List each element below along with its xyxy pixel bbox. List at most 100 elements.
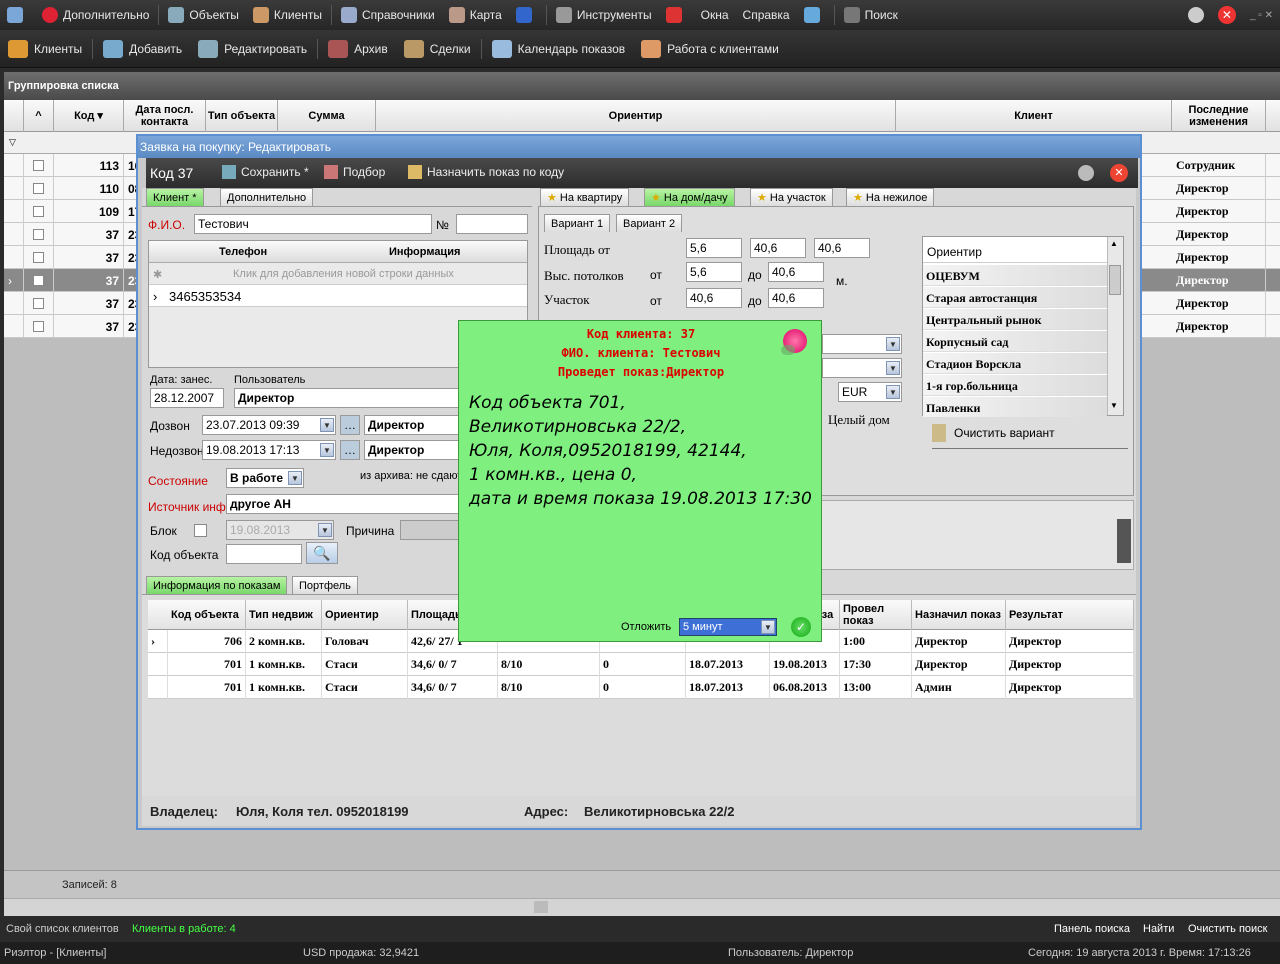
chevron-down-icon[interactable]: ▼ bbox=[288, 471, 302, 485]
col-last-change[interactable]: Последние изменения bbox=[1172, 100, 1266, 132]
toolbar-edit[interactable]: Редактировать bbox=[190, 30, 315, 68]
select-2[interactable]: ▼ bbox=[822, 358, 902, 378]
menu-tools[interactable]: Инструменты bbox=[549, 0, 659, 30]
currency-select[interactable]: EUR ▼ bbox=[838, 382, 902, 402]
block-date-field[interactable]: 19.08.2013 ▼ bbox=[226, 520, 334, 540]
menu-objects[interactable]: Объекты bbox=[161, 0, 246, 30]
menu-windows[interactable]: Окна bbox=[694, 0, 736, 30]
menu-references[interactable]: Справочники bbox=[334, 0, 442, 30]
horizontal-scrollbar[interactable] bbox=[4, 898, 1280, 916]
refresh-button[interactable] bbox=[509, 0, 544, 30]
tab-additional[interactable]: Дополнительно bbox=[220, 188, 314, 206]
plot-from-field[interactable]: 40,6 bbox=[686, 288, 742, 308]
search-panel-link[interactable]: Панель поиска bbox=[1054, 923, 1130, 935]
landmark-item[interactable]: Центральный рынок bbox=[923, 309, 1107, 330]
row-checkbox[interactable] bbox=[33, 206, 44, 217]
row-checkbox[interactable] bbox=[33, 275, 44, 286]
tab-commercial[interactable]: ★ На нежилое bbox=[846, 188, 935, 206]
filter-icon[interactable]: ▽ bbox=[9, 137, 16, 148]
toolbar-deals[interactable]: Сделки bbox=[396, 30, 479, 68]
row-checkbox[interactable] bbox=[33, 160, 44, 171]
window-controls[interactable]: _ ▫ ✕ bbox=[1243, 0, 1280, 30]
number-field[interactable] bbox=[456, 214, 528, 234]
in-work-link[interactable]: Клиенты в работе: 4 bbox=[132, 923, 236, 935]
row-checkbox[interactable] bbox=[33, 321, 44, 332]
app-icon[interactable] bbox=[0, 0, 35, 30]
shows-col-header[interactable]: Код объекта bbox=[168, 600, 246, 630]
tab-apartment[interactable]: ★ На квартиру bbox=[540, 188, 630, 206]
dialog-close-button[interactable]: ✕ bbox=[1110, 164, 1128, 182]
close-button[interactable]: ✕ bbox=[1211, 0, 1243, 30]
menu-clients[interactable]: Клиенты bbox=[246, 0, 329, 30]
menu-search[interactable]: Поиск bbox=[837, 0, 905, 30]
toolbar-calendar[interactable]: Календарь показов bbox=[484, 30, 634, 68]
user-field[interactable]: Директор bbox=[234, 388, 464, 408]
entry-date-field[interactable]: 28.12.2007 bbox=[150, 388, 224, 408]
landmark-item[interactable]: Стадион Ворскла bbox=[923, 353, 1107, 374]
reason-field[interactable] bbox=[400, 520, 460, 540]
col-landmark[interactable]: Ориентир bbox=[376, 100, 896, 132]
save-button[interactable]: Сохранить * bbox=[222, 165, 309, 179]
col-code[interactable]: Код ▾ bbox=[54, 100, 124, 132]
show-row[interactable]: 701 1 комн.кв. Стаси 34,6/ 0/ 7 8/10 0 18.07.2… bbox=[148, 653, 1134, 676]
windows-icon-button[interactable] bbox=[797, 0, 832, 30]
shows-col-header[interactable]: Результат bbox=[1006, 600, 1134, 630]
nedozvon-picker-button[interactable]: … bbox=[340, 440, 360, 460]
clear-search-link[interactable]: Очистить поиск bbox=[1188, 923, 1267, 935]
object-code-field[interactable] bbox=[226, 544, 302, 564]
landmark-item[interactable]: Павленки bbox=[923, 397, 1107, 418]
row-checkbox[interactable] bbox=[33, 229, 44, 240]
landmark-item[interactable]: ОЦЕВУМ bbox=[923, 265, 1107, 286]
col-client[interactable]: Клиент bbox=[896, 100, 1172, 132]
plot-to-field[interactable]: 40,6 bbox=[768, 288, 824, 308]
ceiling-to-field[interactable]: 40,6 bbox=[768, 262, 824, 282]
chevron-down-icon[interactable]: ▼ bbox=[320, 418, 334, 432]
row-checkbox[interactable] bbox=[33, 252, 44, 263]
block-checkbox[interactable] bbox=[194, 524, 207, 537]
assign-show-button[interactable]: Назначить показ по коду bbox=[408, 165, 564, 179]
area-from-field[interactable]: 5,6 bbox=[686, 238, 742, 258]
landmark-item[interactable]: Корпусный сад bbox=[923, 331, 1107, 352]
row-checkbox[interactable] bbox=[33, 183, 44, 194]
chevron-down-icon[interactable]: ▼ bbox=[320, 443, 334, 457]
fio-field[interactable]: Тестович bbox=[194, 214, 432, 234]
tab-client[interactable]: Клиент * bbox=[146, 188, 204, 206]
notes-scrollbar[interactable] bbox=[1117, 519, 1131, 563]
toolbar-client-work[interactable]: Работа с клиентами bbox=[633, 30, 787, 68]
shows-col-header[interactable]: Провел показ bbox=[840, 600, 912, 630]
shows-col-header[interactable]: Назначил показ bbox=[912, 600, 1006, 630]
nedozvon-date-field[interactable]: 19.08.2013 17:13 ▼ bbox=[202, 440, 336, 460]
landmarks-scrollbar[interactable]: ▲ ▼ bbox=[1107, 237, 1123, 415]
tab-house[interactable]: ★ На дом/дачу bbox=[644, 188, 735, 206]
area-mid-field[interactable]: 40,6 bbox=[750, 238, 806, 258]
area-to-field[interactable]: 40,6 bbox=[814, 238, 870, 258]
postpone-select[interactable]: 5 минут ▼ bbox=[679, 618, 777, 636]
row-checkbox[interactable] bbox=[33, 298, 44, 309]
col-sum[interactable]: Сумма bbox=[278, 100, 376, 132]
dialog-minimize-button[interactable] bbox=[1078, 165, 1094, 181]
landmark-item[interactable]: Старая автостанция bbox=[923, 287, 1107, 308]
dozvon-date-field[interactable]: 23.07.2013 09:39 ▼ bbox=[202, 415, 336, 435]
menu-additional[interactable]: Дополнительно bbox=[35, 0, 156, 30]
state-select[interactable]: В работе ▼ bbox=[226, 468, 304, 488]
source-field[interactable]: другое АН bbox=[226, 494, 462, 514]
scroll-down-icon[interactable]: ▼ bbox=[1110, 401, 1118, 410]
chevron-down-icon[interactable]: ▼ bbox=[318, 523, 332, 537]
landmark-item[interactable]: 1-я гор.больница bbox=[923, 375, 1107, 396]
menu-help[interactable]: Справка bbox=[736, 0, 797, 30]
scroll-up-icon[interactable]: ▲ bbox=[1110, 239, 1118, 248]
find-link[interactable]: Найти bbox=[1143, 923, 1174, 935]
chevron-down-icon[interactable]: ▼ bbox=[761, 620, 775, 634]
col-last-contact[interactable]: Дата посл. контакта bbox=[124, 100, 206, 132]
shows-col-header[interactable]: Ориентир bbox=[322, 600, 408, 630]
shows-col-header[interactable]: Тип недвиж bbox=[246, 600, 322, 630]
clear-variant-button[interactable]: Очистить вариант bbox=[932, 424, 1055, 442]
ceiling-from-field[interactable]: 5,6 bbox=[686, 262, 742, 282]
chevron-down-icon[interactable]: ▼ bbox=[886, 361, 900, 375]
show-row[interactable]: 701 1 комн.кв. Стаси 34,6/ 0/ 7 8/10 0 18.07.2… bbox=[148, 676, 1134, 699]
chevron-down-icon[interactable]: ▼ bbox=[886, 385, 900, 399]
own-list-link[interactable]: Свой список клиентов bbox=[6, 923, 119, 935]
toolbar-add[interactable]: Добавить bbox=[95, 30, 190, 68]
pick-button[interactable]: Подбор bbox=[324, 165, 385, 179]
menu-map[interactable]: Карта bbox=[442, 0, 509, 30]
